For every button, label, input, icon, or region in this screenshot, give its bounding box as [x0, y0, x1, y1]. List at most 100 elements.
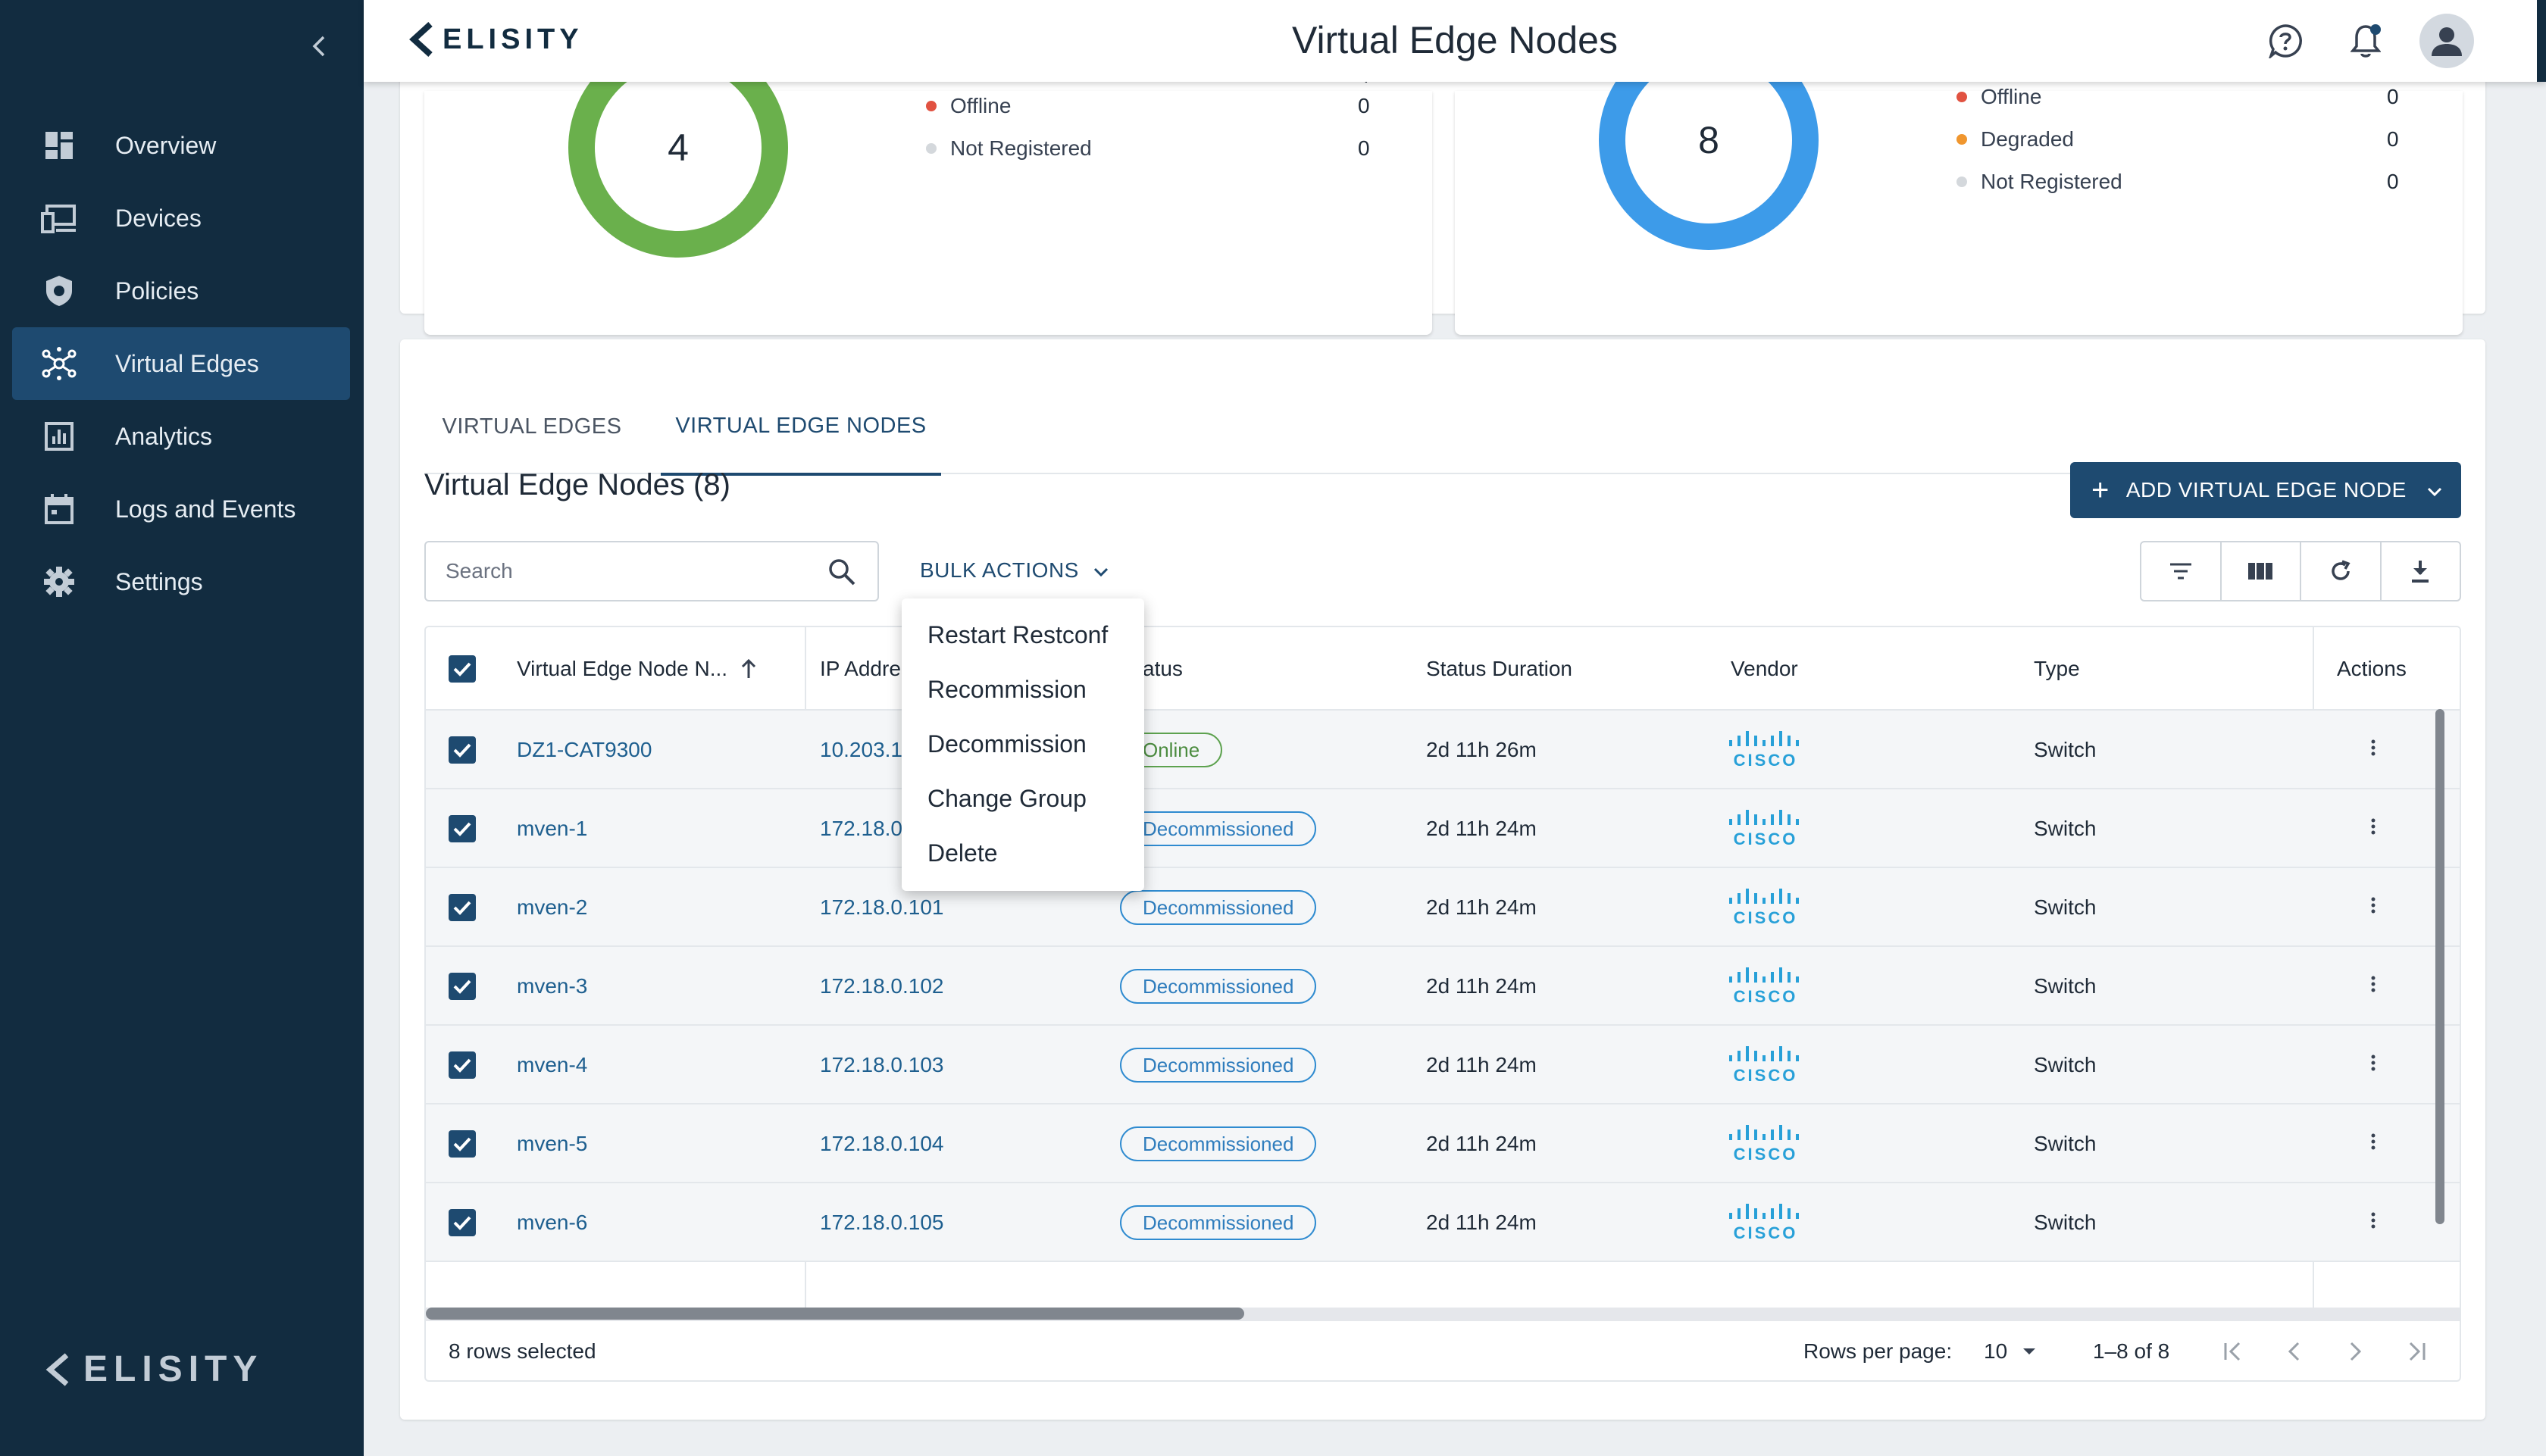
- horizontal-scrollbar-thumb[interactable]: [426, 1308, 1244, 1320]
- next-page-button[interactable]: [2335, 1332, 2375, 1371]
- rows-per-page-select[interactable]: 10: [1984, 1321, 2036, 1380]
- chevron-down-icon: [1093, 558, 1109, 583]
- menu-item-change-group[interactable]: Change Group: [902, 771, 1144, 826]
- node-name-link[interactable]: mven-6: [517, 1183, 587, 1262]
- sidebar-item-devices[interactable]: Devices: [12, 182, 350, 255]
- rows-selected-text: 8 rows selected: [449, 1339, 596, 1363]
- row-checkbox[interactable]: [449, 868, 476, 947]
- status-badge: Decommissioned: [1120, 969, 1317, 1004]
- more-vertical-icon: [2370, 1052, 2376, 1078]
- status-duration: 2d 11h 24m: [1426, 1053, 1537, 1076]
- status-duration: 2d 11h 24m: [1426, 1132, 1537, 1155]
- row-actions-button[interactable]: [2370, 711, 2376, 789]
- ip-address-link[interactable]: 172.18.0.102: [820, 947, 944, 1026]
- menu-item-decommission[interactable]: Decommission: [902, 717, 1144, 771]
- menu-item-delete[interactable]: Delete: [902, 826, 1144, 880]
- sidebar-logo-text: ELISITY: [83, 1349, 264, 1389]
- column-header-vendor[interactable]: Vendor: [1731, 627, 1798, 711]
- row-checkbox[interactable]: [449, 1183, 476, 1262]
- row-checkbox[interactable]: [449, 1026, 476, 1104]
- row-checkbox[interactable]: [449, 789, 476, 868]
- table-row[interactable]: mven-6 172.18.0.105 Decommissioned 2d 11h 2…: [426, 1183, 2460, 1262]
- help-icon: [2269, 24, 2302, 58]
- row-checkbox[interactable]: [449, 947, 476, 1026]
- ip-address-link[interactable]: 172.18.0.105: [820, 1183, 944, 1262]
- bulk-actions-menu: Restart Restconf Recommission Decommissi…: [902, 598, 1144, 891]
- sidebar-item-label: Overview: [115, 131, 217, 159]
- last-page-button[interactable]: [2396, 1332, 2435, 1371]
- tab-virtual-edge-nodes[interactable]: VIRTUAL EDGE NODES: [661, 379, 941, 476]
- status-cell: Decommissioned: [1120, 1104, 1317, 1183]
- node-name-link[interactable]: DZ1-CAT9300: [517, 711, 652, 789]
- node-name-link[interactable]: mven-2: [517, 868, 587, 947]
- search-icon[interactable]: [827, 558, 856, 590]
- column-header-status[interactable]: atus: [1143, 627, 1183, 711]
- ip-address-link[interactable]: 10.203.1.: [820, 711, 909, 789]
- table-row[interactable]: mven-5 172.18.0.104 Decommissioned 2d 11h 2…: [426, 1104, 2460, 1183]
- ip-address-link[interactable]: 172.18.0.: [820, 789, 909, 868]
- vendor-name: CISCO: [1733, 830, 1798, 848]
- table-row[interactable]: DZ1-CAT9300 10.203.1. Online 2d 11h 26m CISC…: [426, 711, 2460, 789]
- table-row[interactable]: mven-1 172.18.0. Decommissioned 2d 11h 24m C…: [426, 789, 2460, 868]
- user-avatar[interactable]: [2419, 14, 2474, 68]
- table-row[interactable]: mven-3 172.18.0.102 Decommissioned 2d 11h 2…: [426, 947, 2460, 1026]
- row-actions-button[interactable]: [2370, 868, 2376, 947]
- sidebar-item-logs-and-events[interactable]: Logs and Events: [12, 473, 350, 545]
- previous-page-button[interactable]: [2275, 1332, 2314, 1371]
- column-header-ip[interactable]: IP Addre: [820, 627, 901, 711]
- notifications-button[interactable]: [2344, 20, 2387, 62]
- calendar-icon: [41, 491, 77, 527]
- sidebar-item-virtual-edges[interactable]: Virtual Edges: [12, 327, 350, 400]
- node-name-link[interactable]: mven-3: [517, 947, 587, 1026]
- search-input[interactable]: [446, 559, 809, 583]
- help-button[interactable]: [2264, 20, 2307, 62]
- virtual-edge-nodes-table: Virtual Edge Node N... IP Addre atus Sta…: [424, 626, 2461, 1382]
- node-name-link[interactable]: mven-4: [517, 1026, 587, 1104]
- columns-button[interactable]: [2222, 542, 2301, 600]
- refresh-button[interactable]: [2301, 542, 2382, 600]
- ip-address-link[interactable]: 172.18.0.103: [820, 1026, 944, 1104]
- page-scrollbar[interactable]: [2537, 0, 2546, 82]
- type-cell: Switch: [2034, 738, 2097, 761]
- column-header-status-duration[interactable]: Status Duration: [1426, 627, 1572, 711]
- vertical-scrollbar-thumb[interactable]: [2435, 709, 2444, 1224]
- tab-virtual-edges[interactable]: VIRTUAL EDGES: [424, 379, 640, 474]
- filter-button[interactable]: [2141, 542, 2222, 600]
- first-page-button[interactable]: [2214, 1332, 2254, 1371]
- row-checkbox[interactable]: [449, 1104, 476, 1183]
- sidebar-item-policies[interactable]: Policies: [12, 255, 350, 327]
- sidebar-item-settings[interactable]: Settings: [12, 545, 350, 618]
- bulk-actions-button[interactable]: BULK ACTIONS: [920, 551, 1109, 589]
- column-header-name[interactable]: Virtual Edge Node N...: [517, 627, 758, 711]
- table-row[interactable]: mven-4 172.18.0.103 Decommissioned 2d 11h 2…: [426, 1026, 2460, 1104]
- row-actions-button[interactable]: [2370, 1026, 2376, 1104]
- row-actions-button[interactable]: [2370, 789, 2376, 868]
- add-virtual-edge-node-button[interactable]: + ADD VIRTUAL EDGE NODE: [2070, 462, 2461, 518]
- table-row[interactable]: mven-2 172.18.0.101 Decommissioned 2d 11h 2…: [426, 868, 2460, 947]
- gear-icon: [41, 564, 77, 600]
- menu-item-restart-restconf[interactable]: Restart Restconf: [902, 608, 1144, 662]
- vendor-cell: CISCO: [1726, 1183, 1805, 1262]
- collapse-sidebar-button[interactable]: [303, 30, 335, 62]
- sidebar-item-analytics[interactable]: Analytics: [12, 400, 350, 473]
- legend-dot: [1956, 177, 1967, 187]
- row-actions-button[interactable]: [2370, 1104, 2376, 1183]
- sidebar-item-overview[interactable]: Overview: [12, 109, 350, 182]
- select-all-checkbox[interactable]: [449, 627, 476, 711]
- column-header-type[interactable]: Type: [2034, 627, 2080, 711]
- download-button[interactable]: [2382, 542, 2460, 600]
- row-actions-button[interactable]: [2370, 1183, 2376, 1262]
- row-checkbox[interactable]: [449, 711, 476, 789]
- type-cell: Switch: [2034, 895, 2097, 919]
- menu-item-recommission[interactable]: Recommission: [902, 662, 1144, 717]
- legend-degraded: Degraded: [1956, 124, 2074, 155]
- columns-icon: [2248, 563, 2273, 580]
- section-title: Virtual Edge Nodes (8): [424, 468, 730, 501]
- pagination-range: 1–8 of 8: [2093, 1339, 2170, 1363]
- node-name-link[interactable]: mven-5: [517, 1104, 587, 1183]
- node-name-link[interactable]: mven-1: [517, 789, 587, 868]
- type-cell: Switch: [2034, 1132, 2097, 1155]
- ip-address-link[interactable]: 172.18.0.104: [820, 1104, 944, 1183]
- network-icon: [41, 345, 77, 382]
- row-actions-button[interactable]: [2370, 947, 2376, 1026]
